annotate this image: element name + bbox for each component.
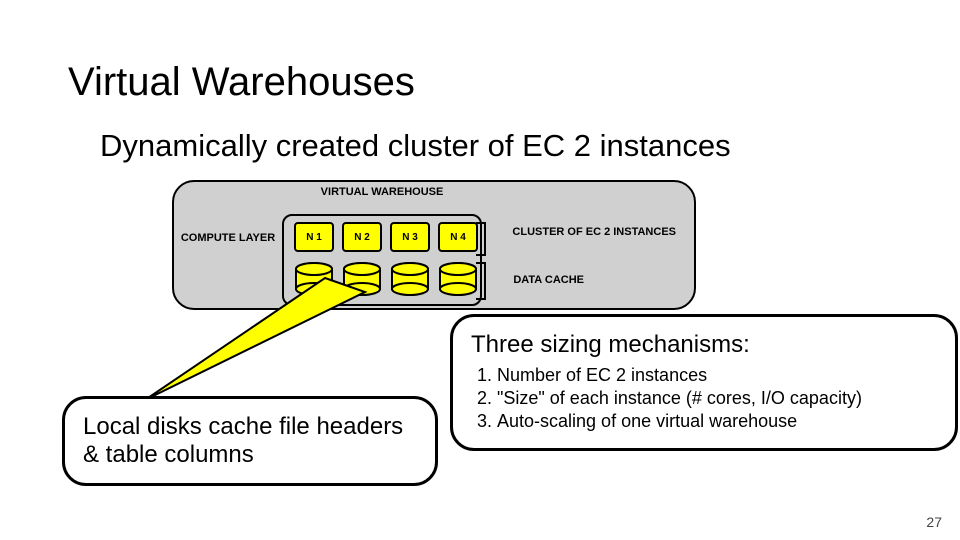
bracket-icon xyxy=(476,262,486,300)
callout-right-heading: Three sizing mechanisms: xyxy=(471,331,937,359)
list-item: Number of EC 2 instances xyxy=(497,365,937,386)
list-item: "Size" of each instance (# cores, I/O ca… xyxy=(497,388,937,409)
node: N 1 xyxy=(294,222,334,252)
callout-left: Local disks cache file headers & table c… xyxy=(62,396,438,486)
callout-pointer-icon xyxy=(115,270,375,410)
compute-layer-label: COMPUTE LAYER xyxy=(178,232,278,245)
bracket-icon xyxy=(476,222,486,256)
slide-subtitle: Dynamically created cluster of EC 2 inst… xyxy=(100,128,731,164)
slide-title: Virtual Warehouses xyxy=(68,60,415,105)
cache-cylinder-icon xyxy=(390,262,430,296)
cache-cylinder-icon xyxy=(438,262,478,296)
node-row: N 1 N 2 N 3 N 4 xyxy=(294,222,478,252)
cluster-caption: CLUSTER OF EC 2 INSTANCES xyxy=(512,226,676,238)
virtual-warehouse-label: VIRTUAL WAREHOUSE xyxy=(282,186,482,199)
callout-right: Three sizing mechanisms: Number of EC 2 … xyxy=(450,314,958,451)
node: N 2 xyxy=(342,222,382,252)
cache-caption: DATA CACHE xyxy=(513,274,584,286)
node: N 3 xyxy=(390,222,430,252)
page-number: 27 xyxy=(926,514,942,530)
list-item: Auto-scaling of one virtual warehouse xyxy=(497,411,937,432)
node: N 4 xyxy=(438,222,478,252)
